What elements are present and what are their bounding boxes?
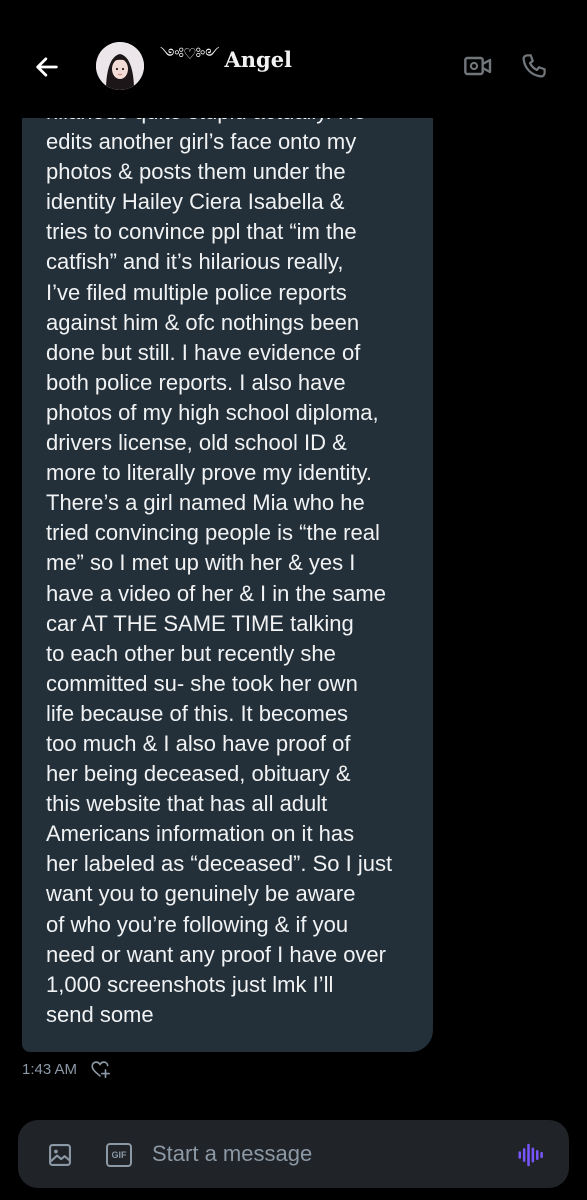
message-line: car AT THE SAME TIME talking [46,610,354,636]
message-line: her labeled as “deceased”. So I just [46,851,393,877]
message-line: I’ve filed multiple police reports [46,279,347,305]
back-button[interactable] [30,50,64,84]
message-line: drivers license, old school ID & [46,430,347,456]
message-line: identity Hailey Ciera Isabella & [46,189,345,215]
avatar[interactable] [96,42,144,90]
gif-label: GIF [111,1150,127,1160]
message-line: her being deceased, obituary & [46,761,351,787]
audio-call-button[interactable] [516,48,552,84]
react-button[interactable] [89,1058,111,1080]
name-ornament: ༺♡༻ [160,45,219,63]
arrow-left-icon [36,57,58,77]
message-line: 1,000 screenshots just lmk I’ll [46,971,334,997]
message-line: me” so I met up with her & yes I [46,550,356,576]
message-line: photos of my high school diploma, [46,399,379,425]
message-line: There’s a girl named Mia who he [46,490,365,516]
message-line: have a video of her & I in the same [46,580,386,606]
message-line: this website that has all adult [46,791,328,817]
message-line: more to literally prove my identity. [46,460,373,486]
message-line: want you to genuinely be aware [46,881,356,907]
message-line: committed su- she took her own [46,670,358,696]
message-bubble[interactable]: hilarious quite stupid actually. He edit… [22,96,433,1052]
dm-conversation-screen: hilarious quite stupid actually. He edit… [0,0,587,1200]
gif-button[interactable]: GIF [104,1140,134,1170]
message-line: send some [46,1001,154,1027]
message-line: against him & ofc nothings been [46,309,360,335]
voice-message-button[interactable] [516,1140,546,1170]
message-time: 1:43 AM [22,1060,78,1078]
message-line: tried convincing people is “the real [46,520,380,546]
add-image-button[interactable] [45,1140,75,1170]
message-line: to each other but recently she [46,640,336,666]
video-call-button[interactable] [460,48,496,84]
phone-icon [522,54,546,78]
message-line: Americans information on it has [46,821,355,847]
message-text: hilarious quite stupid actually. He edit… [46,97,421,1030]
conversation-header: ༺♡༻ Angel [0,0,587,118]
message-line: edits another girl’s face onto my [46,129,357,155]
heart-plus-icon [91,1061,111,1079]
video-camera-icon [464,56,492,76]
gif-icon: GIF [106,1143,132,1167]
contact-name[interactable]: ༺♡༻ Angel [160,44,292,74]
message-line: need or want any proof I have over [46,941,386,967]
avatar-image [96,42,144,90]
message-line: both police reports. I also have [46,369,346,395]
message-line: done but still. I have evidence of [46,339,361,365]
message-meta: 1:43 AM [22,1057,111,1081]
message-line: photos & posts them under the [46,159,346,185]
message-line: too much & I also have proof of [46,730,351,756]
message-composer: GIF [18,1120,569,1188]
message-line: of who you’re following & if you [46,911,349,937]
contact-name-text: Angel [224,46,293,72]
message-input[interactable] [152,1134,492,1174]
message-line: life because of this. It becomes [46,700,349,726]
image-icon [49,1144,71,1166]
message-line: tries to convince ppl that “im the [46,219,357,245]
message-line: catfish” and it’s hilarious really, [46,249,344,275]
voice-wave-icon [518,1143,543,1167]
